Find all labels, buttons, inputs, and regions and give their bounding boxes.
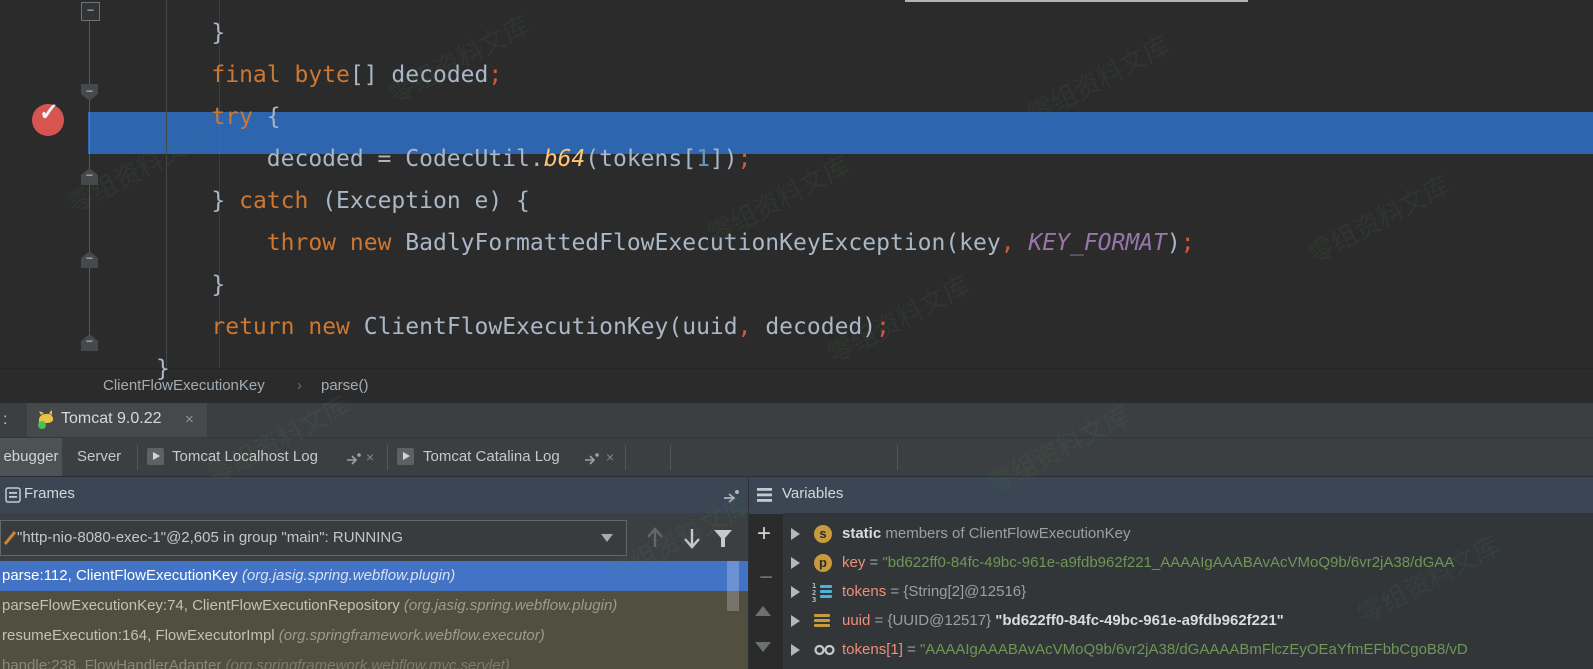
thread-dropdown-value: "http-nio-8080-exec-1"@2,605 in group "m… <box>17 529 589 546</box>
variable-text: uuid = {UUID@12517} "bd622ff0-84fc-49bc-… <box>842 607 1284 635</box>
fold-marker-icon[interactable]: − <box>81 2 100 21</box>
variables-panel-title: Variables <box>782 485 843 502</box>
fold-marker-icon[interactable]: − <box>81 84 98 101</box>
divider <box>897 445 898 470</box>
console-icon <box>397 448 414 465</box>
frame-location: parse:112, ClientFlowExecutionKey <box>2 567 242 584</box>
frame-package: (org.jasig.spring.webflow.plugin) <box>404 597 617 614</box>
chevron-down-icon <box>601 534 613 542</box>
thread-dropdown[interactable]: "http-nio-8080-exec-1"@2,605 in group "m… <box>0 520 627 556</box>
variable-row[interactable]: s static members of ClientFlowExecutionKe… <box>784 520 1593 548</box>
variable-text: key = "bd622ff0-84fc-49bc-961e-a9fdb962f… <box>842 549 1454 577</box>
divider <box>783 513 784 669</box>
code-line[interactable]: } <box>156 12 1195 54</box>
tomcat-icon <box>35 409 57 431</box>
variable-text: tokens[1] = "AAAAIgAAABAvAcVMoQ9b/6vr2jA… <box>842 636 1468 664</box>
running-thread-icon <box>4 530 18 546</box>
code-line[interactable]: } <box>156 264 1195 306</box>
variable-row[interactable]: 123 tokens = {String[2]@12516} <box>784 578 1593 606</box>
array-icon: 123 <box>814 583 832 601</box>
variables-menu-icon[interactable] <box>756 487 774 503</box>
remove-watch-button[interactable]: − <box>759 566 773 590</box>
scroll-to-end-icon[interactable] <box>346 451 362 465</box>
debug-tool-tabs: ebugger Server Tomcat Localhost Log × To… <box>0 437 1593 477</box>
scroll-to-end-icon[interactable] <box>584 451 600 465</box>
code-line[interactable]: throw new BadlyFormattedFlowExecutionKey… <box>156 222 1195 264</box>
tab-tomcat-catalina-log[interactable]: Tomcat Catalina Log <box>423 438 560 477</box>
variable-text: tokens = {String[2]@12516} <box>842 578 1026 606</box>
frame-row[interactable]: parse:112, ClientFlowExecutionKey (org.j… <box>0 561 748 591</box>
dock-pin-icon[interactable] <box>722 488 740 503</box>
close-icon[interactable]: × <box>185 411 194 428</box>
expand-arrow-icon[interactable] <box>791 644 800 656</box>
panel-headers-bar: Frames Variables <box>0 476 1593 514</box>
clipped-line-remnant <box>905 0 1248 2</box>
parameter-icon: p <box>814 554 832 572</box>
expand-arrow-icon[interactable] <box>791 528 800 540</box>
expand-arrow-icon[interactable] <box>791 586 800 598</box>
variable-row[interactable]: tokens[1] = "AAAAIgAAABAvAcVMoQ9b/6vr2jA… <box>784 636 1593 664</box>
close-icon[interactable]: × <box>366 438 374 477</box>
code-editor[interactable]: − − − − − ✓ } final byte[] decoded; try … <box>0 0 1593 368</box>
divider <box>670 445 671 470</box>
divider <box>748 476 749 669</box>
code-line[interactable]: decoded = CodecUtil.b64(tokens[1]); <box>156 138 1195 180</box>
divider <box>387 445 388 470</box>
debug-label-clipped: : <box>3 411 7 429</box>
console-icon <box>147 448 164 465</box>
verified-breakpoint-icon[interactable]: ✓ <box>32 104 64 136</box>
tab-server[interactable]: Server <box>77 438 121 477</box>
code-line[interactable]: } catch (Exception e) { <box>156 180 1195 222</box>
code-line[interactable]: final byte[] decoded; <box>156 54 1195 96</box>
frame-package: (org.springframework.webflow.mvc.servlet… <box>225 657 509 669</box>
frame-location: handle:238, FlowHandlerAdapter <box>2 657 225 669</box>
frame-location: parseFlowExecutionKey:74, ClientFlowExec… <box>2 597 404 614</box>
frame-package: (org.jasig.spring.webflow.plugin) <box>242 567 455 584</box>
add-watch-button[interactable]: + <box>757 522 771 546</box>
watch-icon <box>814 641 832 659</box>
move-watch-down-button[interactable] <box>755 642 771 652</box>
filter-icon[interactable] <box>712 528 734 550</box>
frame-row[interactable]: parseFlowExecutionKey:74, ClientFlowExec… <box>0 591 748 621</box>
scrollbar-thumb[interactable] <box>727 561 739 611</box>
fold-marker-icon[interactable]: − <box>81 168 98 185</box>
move-watch-up-button[interactable] <box>755 606 771 616</box>
code-line[interactable]: return new ClientFlowExecutionKey(uuid, … <box>156 306 1195 348</box>
expand-arrow-icon[interactable] <box>791 615 800 627</box>
frames-panel-title: Frames <box>24 485 75 502</box>
code-line[interactable]: } <box>156 348 1195 390</box>
next-frame-icon[interactable] <box>681 525 703 551</box>
previous-frame-icon[interactable] <box>644 525 666 551</box>
close-icon[interactable]: × <box>606 438 614 477</box>
frame-row[interactable]: handle:238, FlowHandlerAdapter (org.spri… <box>0 651 748 669</box>
tab-tomcat-localhost-log[interactable]: Tomcat Localhost Log <box>172 438 318 477</box>
frame-row[interactable]: resumeExecution:164, FlowExecutorImpl (o… <box>0 621 748 651</box>
variable-row[interactable]: p key = "bd622ff0-84fc-49bc-961e-a9fdb962… <box>784 549 1593 577</box>
variable-text: static members of ClientFlowExecutionKey <box>842 520 1130 548</box>
indent-guide <box>219 0 220 368</box>
tab-tomcat-session[interactable]: Tomcat 9.0.22 × <box>27 403 207 438</box>
expand-arrow-icon[interactable] <box>791 557 800 569</box>
frames-panel: "http-nio-8080-exec-1"@2,605 in group "m… <box>0 513 748 669</box>
variables-panel: s static members of ClientFlowExecutionKe… <box>784 513 1593 669</box>
tab-label: Tomcat 9.0.22 <box>61 410 162 428</box>
code-line[interactable]: try { <box>156 96 1195 138</box>
gutter-border <box>166 0 167 368</box>
static-members-icon: s <box>814 525 832 543</box>
divider <box>137 445 138 470</box>
ide-debug-window: − − − − − ✓ } final byte[] decoded; try … <box>0 0 1593 669</box>
frames-panel-icon <box>5 487 21 503</box>
divider <box>625 445 626 470</box>
field-icon <box>814 612 832 630</box>
code-text[interactable]: } final byte[] decoded; try { decoded = … <box>156 12 1195 390</box>
fold-marker-icon[interactable]: − <box>81 251 98 268</box>
variable-row[interactable]: uuid = {UUID@12517} "bd622ff0-84fc-49bc-… <box>784 607 1593 635</box>
debug-session-bar: : Tomcat 9.0.22 × <box>0 402 1593 438</box>
fold-marker-icon[interactable]: − <box>81 334 98 351</box>
frame-package: (org.springframework.webflow.executor) <box>279 627 545 644</box>
tab-debugger[interactable]: ebugger <box>0 438 62 477</box>
checkmark-glyph: ✓ <box>39 98 59 127</box>
frame-location: resumeExecution:164, FlowExecutorImpl <box>2 627 279 644</box>
